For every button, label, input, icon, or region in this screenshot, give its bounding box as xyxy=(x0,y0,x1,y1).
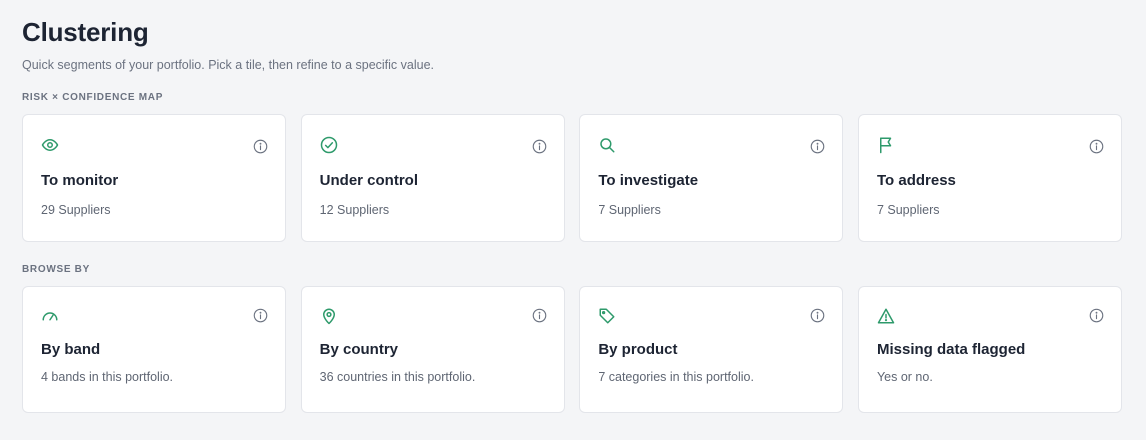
tile-title: By country xyxy=(319,341,399,358)
info-icon[interactable] xyxy=(810,308,825,323)
search-icon xyxy=(598,136,616,154)
tile-under-control[interactable]: Under control 12 Suppliers xyxy=(300,114,565,242)
gauge-icon xyxy=(41,307,59,325)
tag-icon xyxy=(598,307,616,325)
info-icon[interactable] xyxy=(532,308,547,323)
check-circle-icon xyxy=(320,136,338,154)
tile-to-address[interactable]: To address 7 Suppliers xyxy=(857,114,1122,242)
tile-title: To monitor xyxy=(41,172,119,189)
info-icon[interactable] xyxy=(1089,139,1104,154)
tile-description: 4 bands in this portfolio. xyxy=(41,370,174,384)
map-pin-icon xyxy=(320,307,338,325)
tile-count: 29 Suppliers xyxy=(41,203,111,217)
tile-count: 7 Suppliers xyxy=(598,203,661,217)
info-icon[interactable] xyxy=(253,308,268,323)
browse-by-tiles: By band 4 bands in this portfolio. By co… xyxy=(22,286,1122,414)
tile-missing-data-flagged[interactable]: Missing data flagged Yes or no. xyxy=(857,286,1122,413)
tile-title: Under control xyxy=(319,172,418,189)
tile-to-monitor[interactable]: To monitor 29 Suppliers xyxy=(22,114,286,242)
tile-by-band[interactable]: By band 4 bands in this portfolio. xyxy=(22,286,286,413)
tile-by-product[interactable]: By product 7 categories in this portfoli… xyxy=(579,286,844,413)
tile-title: By band xyxy=(41,341,101,358)
tile-by-country[interactable]: By country 36 countries in this portfoli… xyxy=(300,286,565,413)
risk-map-tiles: To monitor 29 Suppliers Under control 12… xyxy=(22,114,1122,242)
tile-description: 36 countries in this portfolio. xyxy=(319,370,476,384)
eye-icon xyxy=(41,136,59,154)
tile-title: By product xyxy=(598,341,678,358)
flag-icon xyxy=(877,136,895,154)
info-icon[interactable] xyxy=(253,139,268,154)
page-subtitle: Quick segments of your portfolio. Pick a… xyxy=(22,58,435,72)
section-label-browse-by: BROWSE BY xyxy=(22,264,90,275)
tile-description: Yes or no. xyxy=(876,370,933,384)
tile-title: Missing data flagged xyxy=(876,341,1026,358)
tile-count: 12 Suppliers xyxy=(319,203,390,217)
info-icon[interactable] xyxy=(810,139,825,154)
tile-description: 7 categories in this portfolio. xyxy=(598,370,754,384)
info-icon[interactable] xyxy=(1089,308,1104,323)
warning-triangle-icon xyxy=(877,307,895,325)
info-icon[interactable] xyxy=(532,139,547,154)
tile-to-investigate[interactable]: To investigate 7 Suppliers xyxy=(579,114,844,242)
page-title: Clustering xyxy=(22,17,149,47)
tile-title: To investigate xyxy=(598,172,699,189)
section-label-risk-map: RISK × CONFIDENCE MAP xyxy=(22,92,164,103)
tile-count: 7 Suppliers xyxy=(876,203,940,217)
tile-title: To address xyxy=(876,172,956,189)
